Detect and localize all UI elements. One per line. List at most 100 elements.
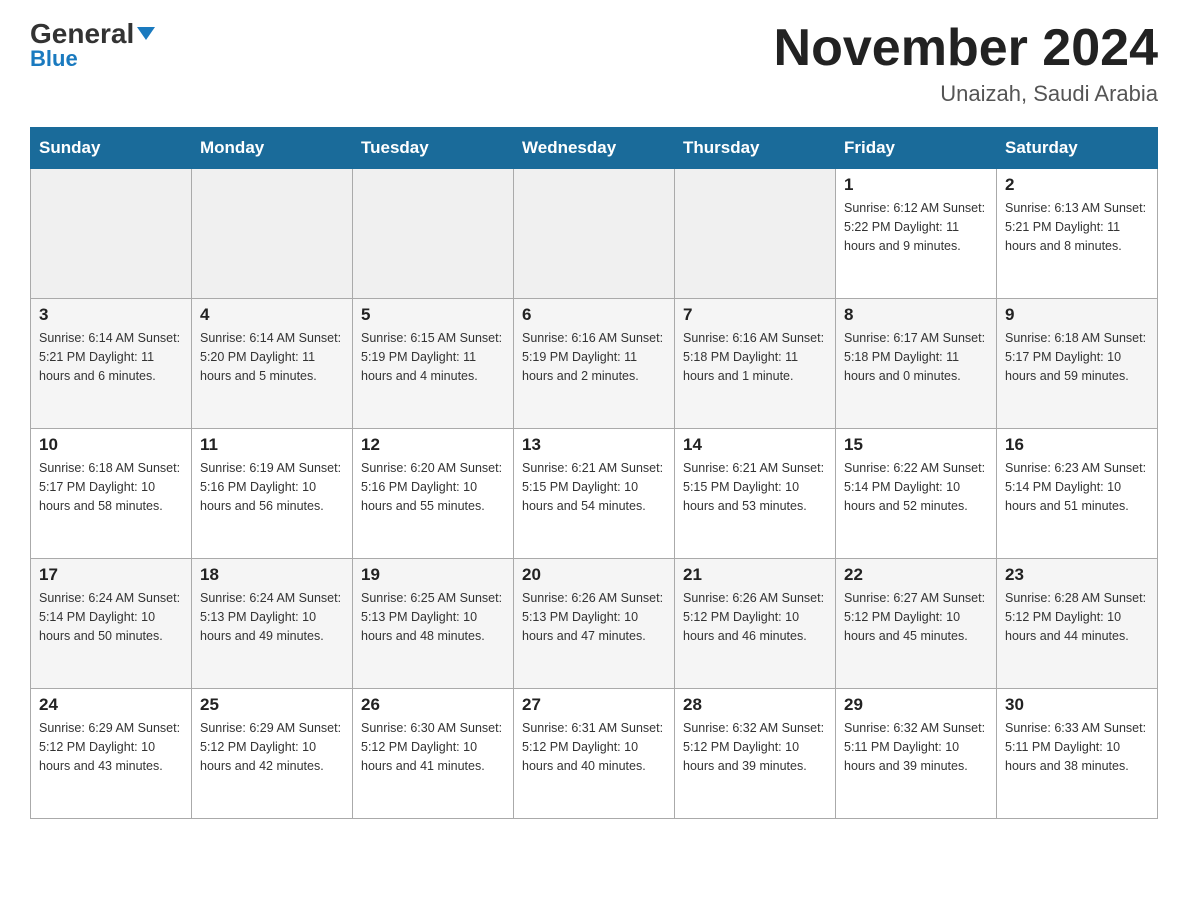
calendar-cell bbox=[192, 169, 353, 299]
calendar-cell: 25 Sunrise: 6:29 AM Sunset: 5:12 PM Dayli… bbox=[192, 689, 353, 819]
day-number: 11 bbox=[200, 435, 344, 455]
day-number: 25 bbox=[200, 695, 344, 715]
calendar-cell: 30 Sunrise: 6:33 AM Sunset: 5:11 PM Dayli… bbox=[997, 689, 1158, 819]
title-block: November 2024 Unaizah, Saudi Arabia bbox=[774, 20, 1158, 107]
day-number: 18 bbox=[200, 565, 344, 585]
day-number: 9 bbox=[1005, 305, 1149, 325]
day-number: 8 bbox=[844, 305, 988, 325]
day-number: 1 bbox=[844, 175, 988, 195]
day-info: Sunrise: 6:26 AM Sunset: 5:12 PM Dayligh… bbox=[683, 589, 827, 645]
calendar-cell: 28 Sunrise: 6:32 AM Sunset: 5:12 PM Dayli… bbox=[675, 689, 836, 819]
day-info: Sunrise: 6:20 AM Sunset: 5:16 PM Dayligh… bbox=[361, 459, 505, 515]
calendar-week-row: 3 Sunrise: 6:14 AM Sunset: 5:21 PM Daylig… bbox=[31, 299, 1158, 429]
calendar-cell: 26 Sunrise: 6:30 AM Sunset: 5:12 PM Dayli… bbox=[353, 689, 514, 819]
calendar-cell: 18 Sunrise: 6:24 AM Sunset: 5:13 PM Dayli… bbox=[192, 559, 353, 689]
day-number: 15 bbox=[844, 435, 988, 455]
calendar-cell: 10 Sunrise: 6:18 AM Sunset: 5:17 PM Dayli… bbox=[31, 429, 192, 559]
day-info: Sunrise: 6:14 AM Sunset: 5:21 PM Dayligh… bbox=[39, 329, 183, 385]
calendar-cell: 7 Sunrise: 6:16 AM Sunset: 5:18 PM Daylig… bbox=[675, 299, 836, 429]
day-number: 26 bbox=[361, 695, 505, 715]
day-number: 27 bbox=[522, 695, 666, 715]
day-number: 2 bbox=[1005, 175, 1149, 195]
day-number: 13 bbox=[522, 435, 666, 455]
day-info: Sunrise: 6:26 AM Sunset: 5:13 PM Dayligh… bbox=[522, 589, 666, 645]
subtitle: Unaizah, Saudi Arabia bbox=[774, 81, 1158, 107]
day-number: 3 bbox=[39, 305, 183, 325]
day-info: Sunrise: 6:32 AM Sunset: 5:12 PM Dayligh… bbox=[683, 719, 827, 775]
day-number: 22 bbox=[844, 565, 988, 585]
day-of-week-header: Sunday bbox=[31, 128, 192, 169]
calendar-cell: 21 Sunrise: 6:26 AM Sunset: 5:12 PM Dayli… bbox=[675, 559, 836, 689]
calendar-week-row: 1Sunrise: 6:12 AM Sunset: 5:22 PM Daylig… bbox=[31, 169, 1158, 299]
day-info: Sunrise: 6:19 AM Sunset: 5:16 PM Dayligh… bbox=[200, 459, 344, 515]
day-info: Sunrise: 6:24 AM Sunset: 5:13 PM Dayligh… bbox=[200, 589, 344, 645]
day-info: Sunrise: 6:16 AM Sunset: 5:19 PM Dayligh… bbox=[522, 329, 666, 385]
logo: General Blue bbox=[30, 20, 155, 72]
day-info: Sunrise: 6:28 AM Sunset: 5:12 PM Dayligh… bbox=[1005, 589, 1149, 645]
day-number: 10 bbox=[39, 435, 183, 455]
day-number: 23 bbox=[1005, 565, 1149, 585]
calendar-cell bbox=[31, 169, 192, 299]
calendar-cell: 12 Sunrise: 6:20 AM Sunset: 5:16 PM Dayli… bbox=[353, 429, 514, 559]
day-info: Sunrise: 6:21 AM Sunset: 5:15 PM Dayligh… bbox=[683, 459, 827, 515]
calendar-week-row: 17Sunrise: 6:24 AM Sunset: 5:14 PM Dayli… bbox=[31, 559, 1158, 689]
calendar-cell: 20 Sunrise: 6:26 AM Sunset: 5:13 PM Dayli… bbox=[514, 559, 675, 689]
calendar-cell: 22 Sunrise: 6:27 AM Sunset: 5:12 PM Dayli… bbox=[836, 559, 997, 689]
day-info: Sunrise: 6:30 AM Sunset: 5:12 PM Dayligh… bbox=[361, 719, 505, 775]
day-info: Sunrise: 6:32 AM Sunset: 5:11 PM Dayligh… bbox=[844, 719, 988, 775]
day-of-week-header: Friday bbox=[836, 128, 997, 169]
calendar: SundayMondayTuesdayWednesdayThursdayFrid… bbox=[30, 127, 1158, 819]
calendar-cell bbox=[353, 169, 514, 299]
calendar-cell: 5 Sunrise: 6:15 AM Sunset: 5:19 PM Daylig… bbox=[353, 299, 514, 429]
calendar-cell: 16Sunrise: 6:23 AM Sunset: 5:14 PM Dayli… bbox=[997, 429, 1158, 559]
day-info: Sunrise: 6:23 AM Sunset: 5:14 PM Dayligh… bbox=[1005, 459, 1149, 515]
day-number: 19 bbox=[361, 565, 505, 585]
day-info: Sunrise: 6:29 AM Sunset: 5:12 PM Dayligh… bbox=[39, 719, 183, 775]
day-number: 12 bbox=[361, 435, 505, 455]
day-of-week-header: Monday bbox=[192, 128, 353, 169]
day-info: Sunrise: 6:13 AM Sunset: 5:21 PM Dayligh… bbox=[1005, 199, 1149, 255]
day-number: 14 bbox=[683, 435, 827, 455]
day-info: Sunrise: 6:22 AM Sunset: 5:14 PM Dayligh… bbox=[844, 459, 988, 515]
calendar-cell: 27 Sunrise: 6:31 AM Sunset: 5:12 PM Dayli… bbox=[514, 689, 675, 819]
logo-line2: Blue bbox=[30, 46, 78, 72]
day-of-week-header: Tuesday bbox=[353, 128, 514, 169]
calendar-header-row: SundayMondayTuesdayWednesdayThursdayFrid… bbox=[31, 128, 1158, 169]
calendar-cell: 17Sunrise: 6:24 AM Sunset: 5:14 PM Dayli… bbox=[31, 559, 192, 689]
day-info: Sunrise: 6:14 AM Sunset: 5:20 PM Dayligh… bbox=[200, 329, 344, 385]
month-title: November 2024 bbox=[774, 20, 1158, 77]
logo-line1: General bbox=[30, 20, 155, 48]
day-number: 17 bbox=[39, 565, 183, 585]
day-info: Sunrise: 6:21 AM Sunset: 5:15 PM Dayligh… bbox=[522, 459, 666, 515]
day-info: Sunrise: 6:33 AM Sunset: 5:11 PM Dayligh… bbox=[1005, 719, 1149, 775]
day-number: 7 bbox=[683, 305, 827, 325]
day-number: 21 bbox=[683, 565, 827, 585]
day-number: 30 bbox=[1005, 695, 1149, 715]
calendar-cell: 4 Sunrise: 6:14 AM Sunset: 5:20 PM Daylig… bbox=[192, 299, 353, 429]
day-info: Sunrise: 6:16 AM Sunset: 5:18 PM Dayligh… bbox=[683, 329, 827, 385]
calendar-cell: 19 Sunrise: 6:25 AM Sunset: 5:13 PM Dayli… bbox=[353, 559, 514, 689]
day-number: 4 bbox=[200, 305, 344, 325]
day-info: Sunrise: 6:18 AM Sunset: 5:17 PM Dayligh… bbox=[39, 459, 183, 515]
day-info: Sunrise: 6:29 AM Sunset: 5:12 PM Dayligh… bbox=[200, 719, 344, 775]
day-of-week-header: Wednesday bbox=[514, 128, 675, 169]
day-info: Sunrise: 6:27 AM Sunset: 5:12 PM Dayligh… bbox=[844, 589, 988, 645]
day-of-week-header: Saturday bbox=[997, 128, 1158, 169]
day-info: Sunrise: 6:15 AM Sunset: 5:19 PM Dayligh… bbox=[361, 329, 505, 385]
day-number: 24 bbox=[39, 695, 183, 715]
calendar-week-row: 10 Sunrise: 6:18 AM Sunset: 5:17 PM Dayli… bbox=[31, 429, 1158, 559]
day-number: 29 bbox=[844, 695, 988, 715]
calendar-cell: 3 Sunrise: 6:14 AM Sunset: 5:21 PM Daylig… bbox=[31, 299, 192, 429]
day-number: 20 bbox=[522, 565, 666, 585]
day-number: 28 bbox=[683, 695, 827, 715]
day-number: 6 bbox=[522, 305, 666, 325]
calendar-cell: 8Sunrise: 6:17 AM Sunset: 5:18 PM Daylig… bbox=[836, 299, 997, 429]
calendar-cell: 2 Sunrise: 6:13 AM Sunset: 5:21 PM Daylig… bbox=[997, 169, 1158, 299]
calendar-cell: 23 Sunrise: 6:28 AM Sunset: 5:12 PM Dayli… bbox=[997, 559, 1158, 689]
day-number: 5 bbox=[361, 305, 505, 325]
day-info: Sunrise: 6:31 AM Sunset: 5:12 PM Dayligh… bbox=[522, 719, 666, 775]
calendar-cell: 14 Sunrise: 6:21 AM Sunset: 5:15 PM Dayli… bbox=[675, 429, 836, 559]
day-info: Sunrise: 6:25 AM Sunset: 5:13 PM Dayligh… bbox=[361, 589, 505, 645]
calendar-cell: 1Sunrise: 6:12 AM Sunset: 5:22 PM Daylig… bbox=[836, 169, 997, 299]
day-info: Sunrise: 6:18 AM Sunset: 5:17 PM Dayligh… bbox=[1005, 329, 1149, 385]
